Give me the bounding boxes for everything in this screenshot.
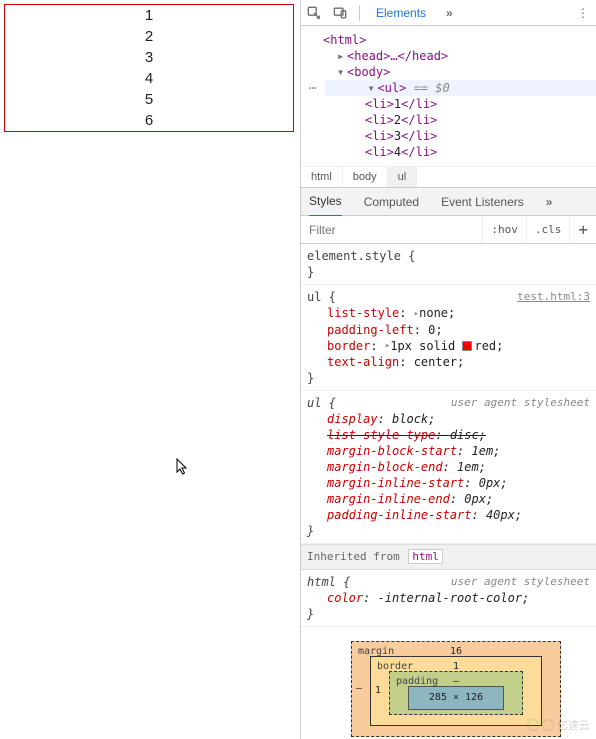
dom-node[interactable]: <li>4</li> [309,144,596,160]
list-item: 6 [5,110,293,131]
color-swatch-icon[interactable] [462,341,472,351]
dom-node[interactable]: <li>3</li> [309,128,596,144]
list-item: 5 [5,89,293,110]
source-link[interactable]: test.html:3 [517,289,590,305]
watermark-text: 亿速云 [557,717,590,733]
rendered-page: 1 2 3 4 5 6 [0,0,300,739]
styles-rules: element.style { } test.html:3 ul { list-… [301,244,596,737]
crumb-ul[interactable]: ul [388,167,418,187]
dom-node[interactable]: <head>…</head> [347,49,448,63]
cls-toggle[interactable]: .cls [526,216,570,243]
watermark-logo-icon [542,719,554,731]
dom-node[interactable]: <body> [347,65,390,79]
filter-input[interactable] [301,216,482,243]
list-item: 1 [5,5,293,26]
box-padding-label: padding [396,674,438,690]
styles-tabs: Styles Computed Event Listeners » [301,188,596,216]
filter-bar: :hov .cls + [301,216,596,244]
hov-toggle[interactable]: :hov [482,216,526,243]
devtools-menu-icon[interactable]: ⋮ [577,6,590,20]
devtools-panel: Elements » ⋮ <html> ▸<head>…</head> ▾<bo… [300,0,596,739]
tab-elements[interactable]: Elements [372,0,430,26]
dom-node[interactable]: <li>1</li> [309,96,596,112]
crumb-html[interactable]: html [301,167,343,187]
dom-tree[interactable]: <html> ▸<head>…</head> ▾<body> ⋯ ▾<ul> =… [301,26,596,166]
breadcrumb: html body ul [301,166,596,188]
rule-ul-ua[interactable]: user agent stylesheet ul { display: bloc… [301,391,596,544]
box-padding-top[interactable]: – [453,674,459,690]
dom-node-selected[interactable]: ⋯ ▾<ul> == $0 [309,80,596,96]
box-margin-left[interactable]: – [356,681,362,697]
source-ua: user agent stylesheet [451,395,590,411]
dom-node[interactable]: <li>2</li> [309,112,596,128]
watermark: 亿速云 [527,717,590,733]
device-toggle-icon[interactable] [333,6,347,20]
list-item: 2 [5,26,293,47]
tabs-overflow-icon[interactable]: » [446,6,453,20]
tab-styles[interactable]: Styles [309,187,342,217]
devtools-toolbar: Elements » ⋮ [301,0,596,26]
dom-node[interactable]: <html> [323,33,366,47]
inspect-icon[interactable] [307,6,321,20]
styles-tabs-overflow-icon[interactable]: » [546,195,553,209]
new-rule-button[interactable]: + [569,216,596,243]
inherited-tag[interactable]: html [408,549,443,564]
watermark-logo-icon [527,719,539,731]
rule-ul-author[interactable]: test.html:3 ul { list-style: ▸ none; pad… [301,285,596,391]
demo-ul: 1 2 3 4 5 6 [4,4,294,132]
collapse-icon[interactable]: ▾ [367,80,377,96]
list-item: 3 [5,47,293,68]
inherited-from-bar: Inherited from html [301,544,596,570]
tab-computed[interactable]: Computed [364,188,419,216]
rule-html-ua[interactable]: user agent stylesheet html { color: -int… [301,570,596,627]
crumb-body[interactable]: body [343,167,388,187]
tab-event-listeners[interactable]: Event Listeners [441,188,524,216]
collapse-icon[interactable]: ▾ [337,64,347,80]
source-ua: user agent stylesheet [451,574,590,590]
box-border-left[interactable]: 1 [375,683,381,699]
expand-icon[interactable]: ▸ [337,48,347,64]
rule-element-style[interactable]: element.style { } [301,244,596,285]
list-item: 4 [5,68,293,89]
